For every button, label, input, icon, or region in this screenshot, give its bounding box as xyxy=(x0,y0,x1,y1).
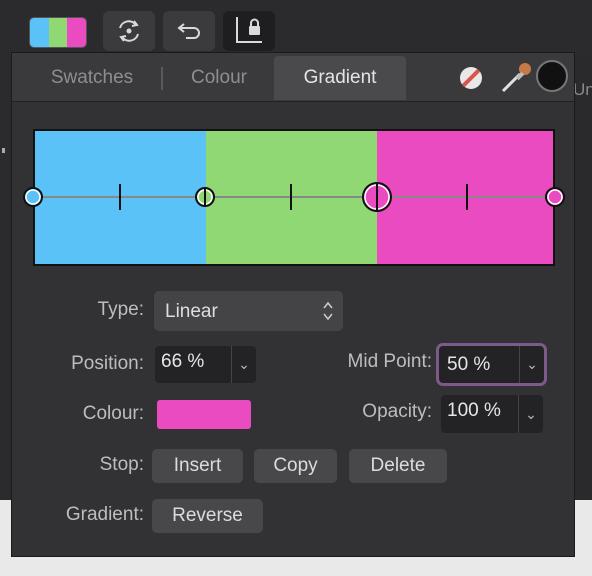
chevron-down-icon[interactable]: ⌄ xyxy=(518,395,543,433)
midpoint-field[interactable]: 50 % ⌄ xyxy=(436,343,547,386)
type-dropdown[interactable]: Linear xyxy=(154,291,343,331)
chevron-down-icon[interactable]: ⌄ xyxy=(519,346,544,383)
top-toolbar xyxy=(0,0,592,54)
copy-button[interactable]: Copy xyxy=(254,449,337,483)
delete-button[interactable]: Delete xyxy=(349,449,447,483)
opacity-label: Opacity: xyxy=(362,401,432,422)
reverse-button[interactable] xyxy=(163,11,215,51)
type-value: Linear xyxy=(165,301,218,322)
opacity-value: 100 % xyxy=(447,400,501,421)
colour-swatch-button[interactable] xyxy=(29,17,87,48)
colour-label: Colour: xyxy=(82,403,144,424)
stop-label: Stop: xyxy=(99,454,144,475)
swatch-green xyxy=(48,18,68,47)
gradient-label: Gradient: xyxy=(65,504,144,525)
swatch-blue xyxy=(30,18,49,47)
position-label: Position: xyxy=(71,353,144,374)
reverse-gradient-button[interactable]: Reverse xyxy=(152,499,263,533)
type-label: Type: xyxy=(97,299,144,320)
background-text: Un xyxy=(573,80,592,99)
chevron-down-icon[interactable]: ⌄ xyxy=(231,346,256,383)
colour-panel: Swatches Colour Gradient Type: Linear Po… xyxy=(11,52,575,557)
position-field[interactable]: 66 % ⌄ xyxy=(155,346,256,383)
lock-button[interactable] xyxy=(223,11,275,51)
opacity-field[interactable]: 100 % ⌄ xyxy=(441,395,543,433)
midpoint-label: Mid Point: xyxy=(347,351,432,372)
reverse-icon xyxy=(177,23,200,39)
swap-fill-stroke-icon xyxy=(119,20,139,42)
lock-icon xyxy=(236,17,262,43)
up-down-chevron-icon xyxy=(323,301,333,321)
colour-chip[interactable] xyxy=(157,400,251,429)
swap-fill-stroke-button[interactable] xyxy=(103,11,155,51)
midpoint-value: 50 % xyxy=(447,354,491,375)
swatch-pink xyxy=(67,18,86,47)
position-value: 66 % xyxy=(161,351,205,372)
background-mark xyxy=(2,148,5,153)
gradient-stop-track xyxy=(23,182,565,212)
insert-button[interactable]: Insert xyxy=(152,449,243,483)
background-ruler: Un xyxy=(573,54,592,500)
